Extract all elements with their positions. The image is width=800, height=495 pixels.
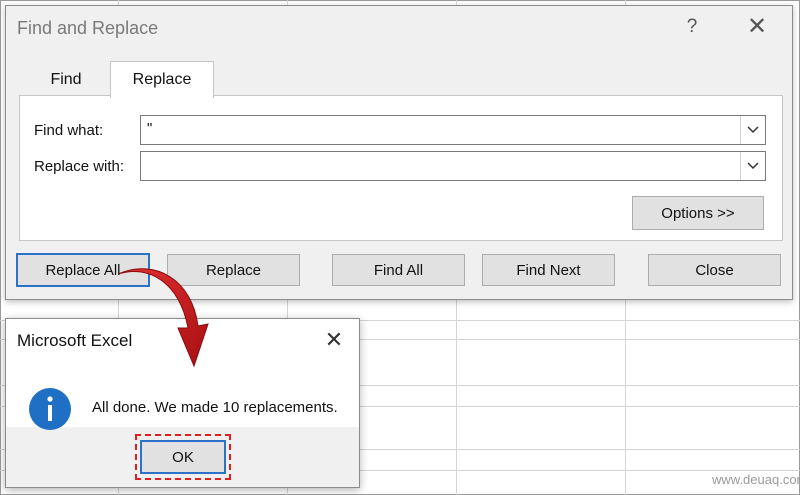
find-what-label: Find what:: [34, 122, 104, 139]
close-icon[interactable]: ✕: [744, 12, 770, 41]
find-next-button[interactable]: Find Next: [482, 254, 615, 286]
close-icon[interactable]: ✕: [321, 327, 347, 353]
annotation-arrow: [117, 268, 209, 368]
tab-find[interactable]: Find: [20, 69, 112, 97]
dialog-title: Find and Replace: [17, 18, 159, 38]
replace-with-combo[interactable]: [140, 151, 766, 181]
options-button[interactable]: Options >>: [632, 196, 764, 230]
find-what-value: ": [147, 120, 153, 137]
find-replace-dialog: Find and Replace ? ✕ Find Replace Find w…: [5, 5, 793, 300]
tab-replace-label: Replace: [132, 71, 192, 88]
ok-button[interactable]: OK: [140, 440, 226, 474]
help-button[interactable]: ?: [682, 16, 702, 38]
message-text: All done. We made 10 replacements.: [92, 399, 338, 416]
watermark: www.deuaq.com: [712, 472, 800, 487]
chevron-down-icon[interactable]: [740, 116, 765, 144]
find-what-combo[interactable]: ": [140, 115, 766, 145]
tab-find-label: Find: [50, 71, 82, 88]
chevron-down-icon[interactable]: [740, 152, 765, 180]
replace-with-label: Replace with:: [34, 158, 125, 175]
find-all-button[interactable]: Find All: [332, 254, 465, 286]
info-icon: [29, 388, 71, 430]
tab-replace[interactable]: Replace: [110, 61, 214, 98]
replace-tab-panel: Find what: " Replace with: Options >>: [19, 95, 783, 241]
close-button[interactable]: Close: [648, 254, 781, 286]
